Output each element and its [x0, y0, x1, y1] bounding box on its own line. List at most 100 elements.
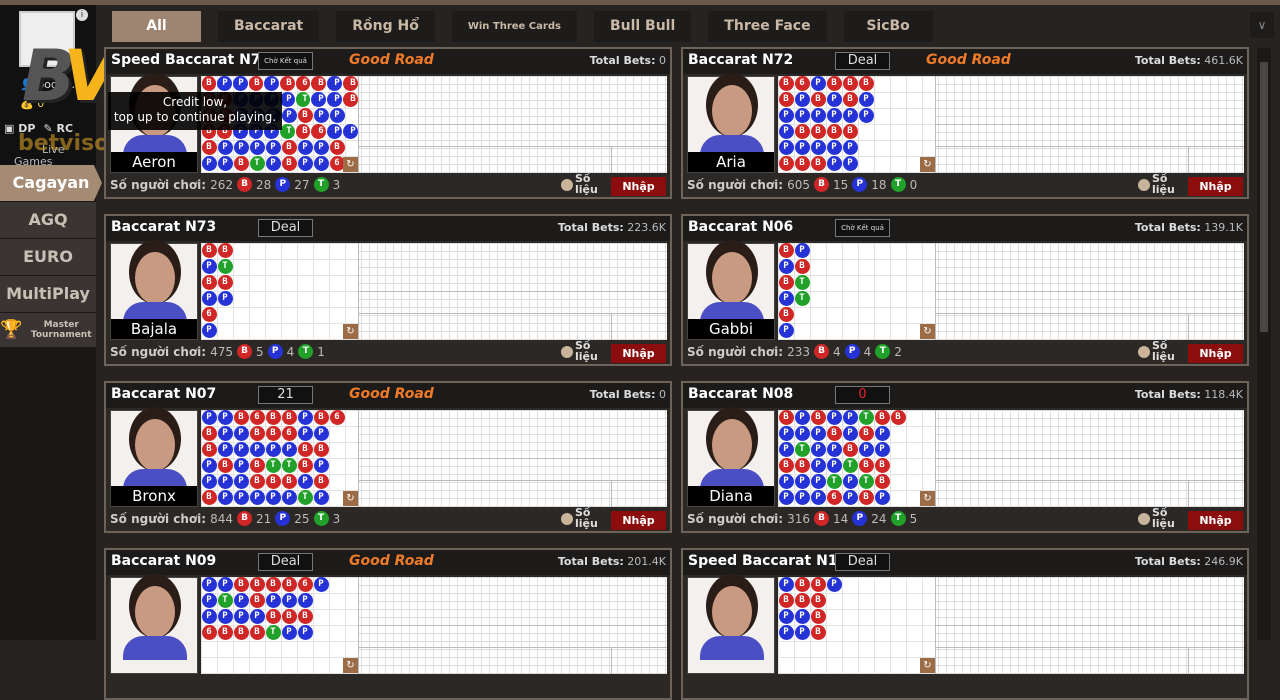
table-title: Speed Baccarat N71	[111, 52, 271, 68]
sidebar-item-cagayan[interactable]: Cagayan	[0, 165, 102, 201]
card-header: Speed Baccarat N10 Deal Total Bets: 246.…	[683, 550, 1247, 575]
divider	[936, 291, 1244, 292]
tie-count: 2	[894, 344, 902, 359]
bead-road: PPBBBB6P PTPBPPP PPPPBBB 6BBBTPP ↻	[201, 577, 359, 674]
bead-row-letters: PBBP	[783, 579, 848, 589]
dealer-name: Bajala	[111, 319, 197, 339]
pie-chart-icon	[561, 513, 573, 525]
bead-row: PPBBBB6P	[201, 577, 358, 593]
table-card[interactable]: Baccarat N72 Deal Good Road Total Bets: …	[681, 47, 1249, 199]
shuffle-icon: ↻	[920, 658, 935, 673]
tab-rồng-hổ[interactable]: Rồng Hổ	[336, 11, 435, 42]
dealer-photo	[687, 577, 775, 674]
good-road-label: Good Road	[349, 553, 434, 569]
shuffle-icon: ↻	[343, 157, 358, 172]
shuffle-icon: ↻	[343, 324, 358, 339]
player-stats: Số người chơi: 262 B 28 P 27 T3	[110, 177, 340, 192]
total-bets: Total Bets: 201.4K	[558, 555, 666, 568]
dealer-face	[712, 586, 752, 638]
enter-table-button[interactable]: Nhập	[1188, 511, 1243, 530]
enter-table-button[interactable]: Nhập	[1188, 344, 1243, 363]
table-card[interactable]: Speed Baccarat N10 Deal Total Bets: 246.…	[681, 548, 1249, 700]
scrollbar-thumb[interactable]	[1260, 62, 1268, 332]
bead-row-letters: PTPBPPP	[206, 595, 319, 605]
table-card[interactable]: Baccarat N07 21 Good Road Total Bets: 0 …	[104, 381, 672, 533]
tab-baccarat[interactable]: Baccarat	[218, 11, 320, 42]
stats-button[interactable]: Số liệu	[561, 340, 609, 362]
bead-road: PBBP BBB PPB PPB ↻	[778, 577, 936, 674]
player-stats: Số người chơi: 475 B5 P4 T1	[110, 344, 325, 359]
tab-sicbo[interactable]: SicBo	[843, 11, 933, 42]
stats-label: Số liệu	[1152, 339, 1175, 363]
bead-row: PPP6PBP	[778, 490, 935, 506]
total-bets: Total Bets: 139.1K	[1135, 221, 1243, 234]
tab-bull-bull[interactable]: Bull Bull	[593, 11, 692, 42]
tab-win-three-cards[interactable]: Win Three Cards	[451, 11, 577, 42]
tie-count: 3	[332, 177, 341, 192]
road-map: PPBBBB6P PTPBPPP PPPPBBB 6BBBTPP ↻	[201, 577, 667, 674]
stats-button[interactable]: Số liệu	[561, 173, 609, 195]
stats-button[interactable]: Số liệu	[1138, 507, 1186, 529]
bead-row: PT	[201, 259, 358, 275]
road-map: PPB6BBPB6 BPPBB6PP BPPPPPBB PBPBTTBP PPPBBBP…	[201, 410, 667, 507]
tie-chip-icon: T	[298, 344, 314, 359]
total-bets: Total Bets: 461.6K	[1135, 54, 1243, 67]
bead-row: PBBBB	[778, 124, 935, 140]
tab-three-face[interactable]: Three Face	[708, 11, 827, 42]
divider	[1188, 313, 1189, 340]
bead-row-letters: BPPPPPBB	[206, 444, 335, 454]
total-bets: Total Bets: 0	[590, 388, 666, 401]
shuffle-icon: ↻	[920, 324, 935, 339]
sidebar-item-master-tournament[interactable]: 🏆 Master Tournament	[0, 313, 96, 347]
enter-table-button[interactable]: Nhập	[1188, 177, 1243, 196]
divider	[936, 458, 1244, 459]
bead-row-letters: B	[783, 309, 800, 319]
table-title: Baccarat N06	[688, 219, 794, 235]
sidebar-item-agq[interactable]: AGQ	[0, 202, 96, 238]
table-status: 0	[835, 386, 890, 404]
table-status: Deal	[835, 52, 890, 70]
table-card[interactable]: Baccarat N73 Deal Total Bets: 223.6K Baj…	[104, 214, 672, 366]
bead-row: BPBPPTBB	[778, 410, 935, 426]
table-title: Baccarat N08	[688, 386, 794, 402]
table-card[interactable]: Baccarat N08 0 Total Bets: 118.4K Diana …	[681, 381, 1249, 533]
total-bets: Total Bets: 223.6K	[558, 221, 666, 234]
table-card[interactable]: Baccarat N06 Chờ Kết quả Total Bets: 139…	[681, 214, 1249, 366]
player-chip-icon: P	[275, 177, 291, 192]
info-icon[interactable]: i	[76, 9, 88, 21]
table-title: Baccarat N07	[111, 386, 217, 402]
bead-row-letters: BB	[206, 277, 239, 287]
stats-button[interactable]: Số liệu	[1138, 340, 1186, 362]
stats-button[interactable]: Số liệu	[561, 507, 609, 529]
tie-chip-icon: T	[890, 177, 906, 192]
players-count: 316	[787, 511, 810, 526]
bead-road: BB PT BB PP 6 P ↻	[201, 243, 359, 340]
enter-table-button[interactable]: Nhập	[611, 511, 666, 530]
bead-row-letters: PPP6PBP	[783, 492, 896, 502]
bead-row-letters: PT	[783, 293, 816, 303]
divider	[359, 458, 667, 459]
sidebar-item-euro[interactable]: EURO	[0, 239, 96, 275]
divider	[359, 313, 667, 314]
enter-table-button[interactable]: Nhập	[611, 344, 666, 363]
shuffle-icon: ↻	[920, 157, 935, 172]
sidebar-item-multiplay[interactable]: MultiPlay	[0, 276, 96, 312]
players-label: Số người chơi:	[110, 511, 207, 526]
total-bets: Total Bets: 0	[590, 54, 666, 67]
bead-road: BP PB BT PT B P ↻	[778, 243, 936, 340]
enter-table-button[interactable]: Nhập	[611, 177, 666, 196]
bead-row-letters: BB	[206, 245, 239, 255]
player-count: 27	[294, 177, 310, 192]
bead-row-letters: PPBTPBPP6	[206, 158, 351, 168]
table-title: Baccarat N09	[111, 553, 217, 569]
scrollbar[interactable]	[1257, 48, 1271, 640]
dealer-name: Diana	[688, 486, 774, 506]
players-label: Số người chơi:	[687, 511, 784, 526]
stats-button[interactable]: Số liệu	[1138, 173, 1186, 195]
table-card[interactable]: Baccarat N09 Deal Good Road Total Bets: …	[104, 548, 672, 700]
bead-row: PPPBBBPB	[201, 474, 358, 490]
tab-all[interactable]: All	[112, 11, 201, 42]
table-title: Baccarat N73	[111, 219, 217, 235]
bead-row-letters: PPBBBB6P	[206, 579, 335, 589]
chevron-down-icon[interactable]: ∨	[1250, 12, 1274, 38]
